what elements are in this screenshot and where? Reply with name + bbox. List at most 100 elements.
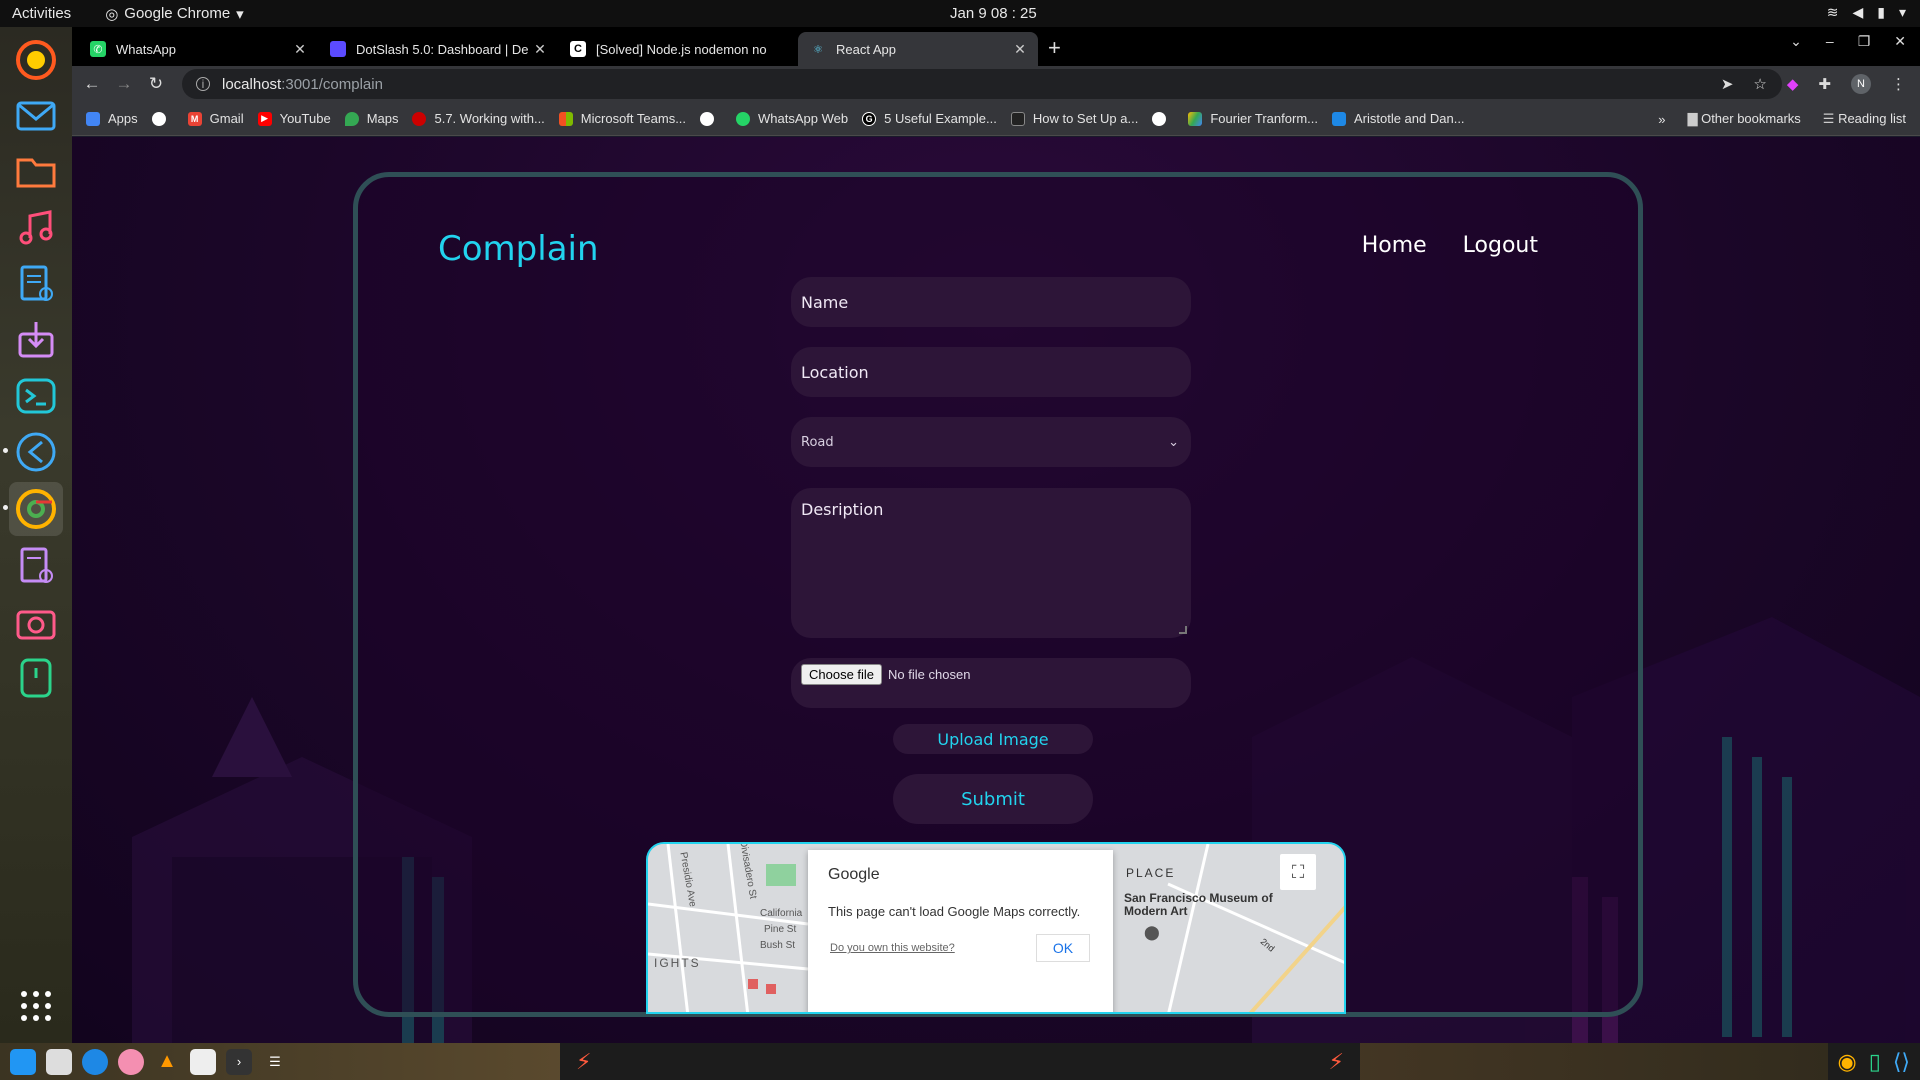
other-bookmarks[interactable]: ▇ Other bookmarks (1687, 111, 1800, 127)
bookmark-globe-2[interactable] (700, 111, 722, 126)
bookmark-aristotle[interactable]: Aristotle and Dan... (1331, 111, 1465, 126)
dock-chrome[interactable] (9, 482, 63, 536)
dialog-ok-button[interactable]: OK (1036, 934, 1090, 962)
reload-icon[interactable]: ↻ (140, 74, 172, 94)
extension-color-icon[interactable]: ◆ (1787, 75, 1799, 93)
close-window-icon[interactable]: ✕ (1894, 33, 1906, 50)
taskbar-launcher-icon[interactable]: ⚡ (576, 1049, 591, 1075)
upload-image-button[interactable]: Upload Image (893, 724, 1093, 754)
bookmark-youtube[interactable]: ▶ YouTube (257, 111, 331, 126)
bookmarks-bar: Apps M Gmail ▶ YouTube Maps 5.7. Working w… (72, 102, 1920, 136)
folder-icon (16, 158, 56, 188)
dock-music[interactable] (9, 201, 63, 255)
location-placeholder: Location (801, 362, 869, 382)
address-bar[interactable]: i localhost:3001/complain (182, 69, 1782, 99)
more-menu-icon[interactable]: ⋮ (1891, 75, 1906, 93)
dock-files[interactable] (9, 145, 63, 199)
own-website-link[interactable]: Do you own this website? (830, 942, 955, 954)
location-input[interactable]: Location (791, 347, 1191, 397)
taskbar-app-icon[interactable] (118, 1048, 144, 1075)
dock-firefox[interactable] (9, 33, 63, 87)
minimize-icon[interactable]: – (1826, 33, 1834, 50)
tab-whatsapp[interactable]: ✆ WhatsApp ✕ (78, 32, 318, 66)
more-bookmarks-icon[interactable]: » (1658, 112, 1665, 127)
bookmark-whatsapp-web[interactable]: WhatsApp Web (736, 111, 848, 126)
chrome-small-icon: ◎ (105, 5, 119, 23)
bookmark-how-to-set-up[interactable]: How to Set Up a... (1010, 111, 1138, 126)
close-icon[interactable]: ✕ (290, 41, 310, 58)
browser-toolbar: ← → ↻ i localhost:3001/complain ➤ ☆ ◆ ✚ … (72, 66, 1920, 102)
choose-file-button[interactable]: Choose file (801, 664, 883, 685)
tab-title: WhatsApp (116, 41, 176, 57)
bookmark-fourier[interactable]: Fourier Tranform... (1188, 111, 1318, 126)
microsoft-icon (558, 111, 573, 126)
taskbar-vscode-icon[interactable]: ⟨⟩ (1893, 1049, 1910, 1075)
category-selected-value: Road (801, 434, 834, 450)
dock-viewer[interactable] (9, 539, 63, 593)
tab-react-app[interactable]: ⚛ React App ✕ (798, 32, 1038, 66)
taskbar-chrome-icon[interactable]: ◉ (1838, 1049, 1857, 1075)
bookmark-working-with[interactable]: 5.7. Working with... (412, 111, 545, 126)
dock-software[interactable] (9, 313, 63, 367)
site-info-icon[interactable]: i (196, 77, 210, 91)
taskbar-terminal-icon[interactable]: › (226, 1048, 252, 1075)
back-icon[interactable]: ← (76, 74, 108, 94)
taskbar-files-icon[interactable] (10, 1048, 36, 1075)
dock-editor[interactable] (9, 257, 63, 311)
google-map-embed[interactable]: Presidio Ave Divisadero St California Pi… (646, 842, 1346, 1014)
tab-dotslash[interactable]: DotSlash 5.0: Dashboard | De ✕ (318, 32, 558, 66)
dock-vscode[interactable] (9, 425, 63, 479)
bookmark-globe[interactable] (151, 111, 174, 126)
bookmark-star-icon[interactable]: ☆ (1753, 75, 1766, 93)
bookmark-useful-examples[interactable]: G 5 Useful Example... (862, 111, 997, 126)
caret-down-icon: ▾ (236, 5, 244, 23)
bookmark-maps[interactable]: Maps (344, 111, 398, 126)
page-title[interactable]: Complain (438, 229, 599, 269)
tab-nodemon[interactable]: C [Solved] Node.js nodemon no (558, 32, 798, 66)
show-applications[interactable] (9, 979, 63, 1033)
nav-home-link[interactable]: Home (1362, 233, 1427, 258)
forward-icon[interactable]: → (108, 74, 140, 94)
taskbar-launcher-icon[interactable]: ⚡ (1329, 1049, 1344, 1075)
tab-search-icon[interactable]: ⌄ (1790, 33, 1802, 50)
restore-icon[interactable]: ❐ (1858, 33, 1871, 50)
dock-camera[interactable] (9, 595, 63, 649)
redhat-icon (412, 111, 427, 126)
dock-system-monitor[interactable] (9, 651, 63, 705)
taskbar-monitor-icon[interactable]: ▯ (1869, 1049, 1881, 1075)
submit-button[interactable]: Submit (893, 774, 1093, 824)
system-tray[interactable]: ≋ ◀ ▮ ▾ (1827, 4, 1906, 21)
file-input[interactable]: Choose file No file chosen (791, 658, 1191, 708)
name-input[interactable]: Name (791, 277, 1191, 327)
activities-button[interactable]: Activities (12, 5, 71, 22)
clock[interactable]: Jan 9 08 : 25 (950, 5, 1037, 22)
taskbar-text-icon[interactable] (190, 1048, 216, 1075)
bookmark-apps[interactable]: Apps (86, 111, 138, 126)
taskbar-settings-icon[interactable]: ☰ (262, 1049, 288, 1075)
app-menu[interactable]: ◎ Google Chrome ▾ (105, 5, 244, 23)
map-fullscreen-button[interactable]: ⛶ (1280, 854, 1316, 890)
send-icon[interactable]: ➤ (1721, 75, 1734, 93)
bookmark-teams[interactable]: Microsoft Teams... (558, 111, 686, 126)
dock-terminal[interactable] (9, 369, 63, 423)
close-icon[interactable]: ✕ (530, 41, 550, 58)
bookmark-globe-3[interactable] (1152, 111, 1174, 126)
bookmark-gmail[interactable]: M Gmail (187, 111, 244, 126)
new-tab-button[interactable]: + (1048, 35, 1061, 61)
reading-list[interactable]: ☰ Reading list (1823, 111, 1906, 127)
profile-avatar[interactable]: N (1851, 74, 1871, 94)
taskbar-vlc-icon[interactable]: ▲ (154, 1049, 180, 1075)
reading-list-label: Reading list (1838, 111, 1906, 126)
globe-icon (151, 111, 166, 126)
close-icon[interactable]: ✕ (1010, 41, 1030, 58)
category-select[interactable]: Road ⌄ (791, 417, 1191, 467)
taskbar-document-icon[interactable] (46, 1048, 72, 1075)
taskbar-browser-icon[interactable] (82, 1048, 108, 1075)
description-textarea[interactable]: Desription (791, 488, 1191, 638)
map-pin-icon: ⬤ (1144, 924, 1160, 940)
dock-mail[interactable] (9, 89, 63, 143)
resize-handle-icon[interactable] (1179, 626, 1187, 634)
street-label: Bush St (760, 940, 796, 951)
extensions-puzzle-icon[interactable]: ✚ (1818, 75, 1831, 93)
nav-logout-link[interactable]: Logout (1463, 233, 1538, 258)
